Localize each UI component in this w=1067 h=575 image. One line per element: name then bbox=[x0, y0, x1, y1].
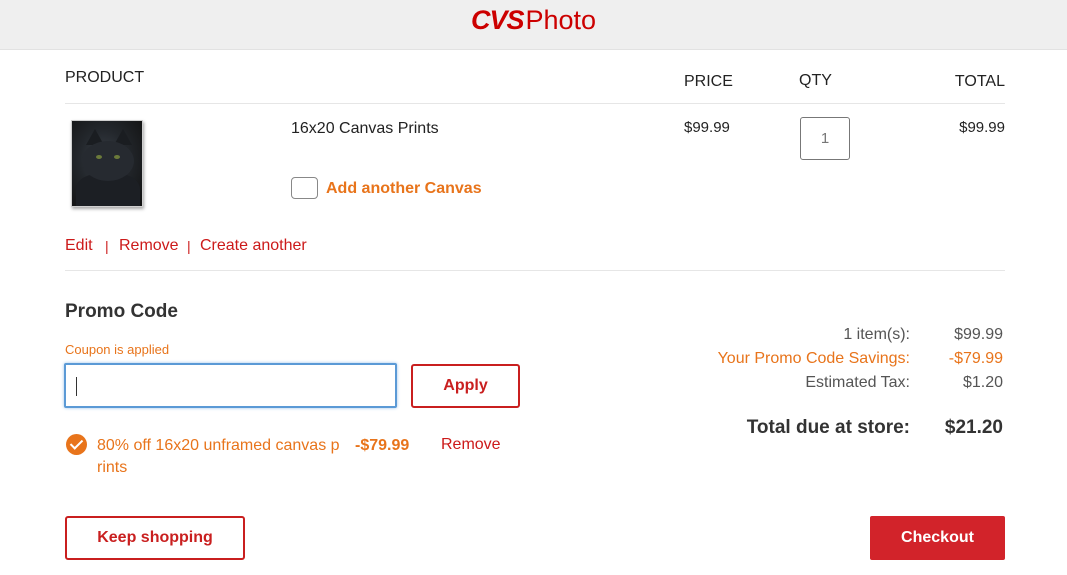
product-name: 16x20 Canvas Prints bbox=[291, 120, 439, 137]
quantity-input[interactable]: 1 bbox=[800, 117, 850, 160]
action-separator: | bbox=[105, 238, 109, 254]
col-header-qty: QTY bbox=[799, 72, 832, 89]
applied-coupon-desc-cont: rints bbox=[97, 459, 128, 476]
apply-button[interactable]: Apply bbox=[411, 364, 520, 408]
col-header-total: TOTAL bbox=[954, 73, 1005, 90]
applied-coupon-desc: 80% off 16x20 unframed canvas p bbox=[97, 437, 340, 454]
logo-brand: CVS bbox=[470, 5, 525, 35]
product-thumbnail[interactable] bbox=[71, 120, 143, 207]
total-due-label: Total due at store: bbox=[746, 417, 910, 438]
remove-item-link[interactable]: Remove bbox=[119, 237, 179, 255]
cvs-photo-logo[interactable]: CVSPhoto bbox=[0, 5, 1067, 36]
item-total: $99.99 bbox=[959, 119, 1005, 136]
items-count-label: 1 item(s): bbox=[843, 326, 910, 343]
promo-title: Promo Code bbox=[65, 301, 178, 322]
remove-coupon-link[interactable]: Remove bbox=[441, 436, 501, 454]
checkout-button[interactable]: Checkout bbox=[870, 516, 1005, 560]
action-separator: | bbox=[187, 238, 191, 254]
add-another-label[interactable]: Add another Canvas bbox=[326, 180, 482, 198]
header-bar: CVSPhoto bbox=[0, 0, 1067, 50]
promo-savings-value: -$79.99 bbox=[948, 350, 1003, 367]
logo-product: Photo bbox=[525, 5, 597, 35]
add-another-checkbox[interactable] bbox=[291, 177, 318, 199]
tax-value: $1.20 bbox=[962, 374, 1003, 391]
item-price: $99.99 bbox=[684, 119, 730, 136]
items-subtotal: $99.99 bbox=[954, 326, 1003, 343]
col-header-product: PRODUCT bbox=[65, 69, 145, 86]
promo-savings-label: Your Promo Code Savings: bbox=[717, 350, 910, 367]
keep-shopping-button[interactable]: Keep shopping bbox=[65, 516, 245, 560]
text-caret bbox=[76, 377, 77, 396]
create-another-link[interactable]: Create another bbox=[200, 237, 307, 255]
check-circle-icon bbox=[66, 434, 87, 455]
promo-code-input[interactable] bbox=[64, 363, 397, 408]
col-header-price: PRICE bbox=[684, 73, 733, 90]
header-divider bbox=[65, 103, 1005, 104]
item-divider bbox=[65, 270, 1005, 271]
tax-label: Estimated Tax: bbox=[805, 374, 910, 391]
edit-link[interactable]: Edit bbox=[65, 237, 93, 255]
coupon-status: Coupon is applied bbox=[65, 342, 170, 357]
total-due-value: $21.20 bbox=[944, 417, 1003, 438]
applied-coupon-amount: -$79.99 bbox=[355, 437, 410, 454]
